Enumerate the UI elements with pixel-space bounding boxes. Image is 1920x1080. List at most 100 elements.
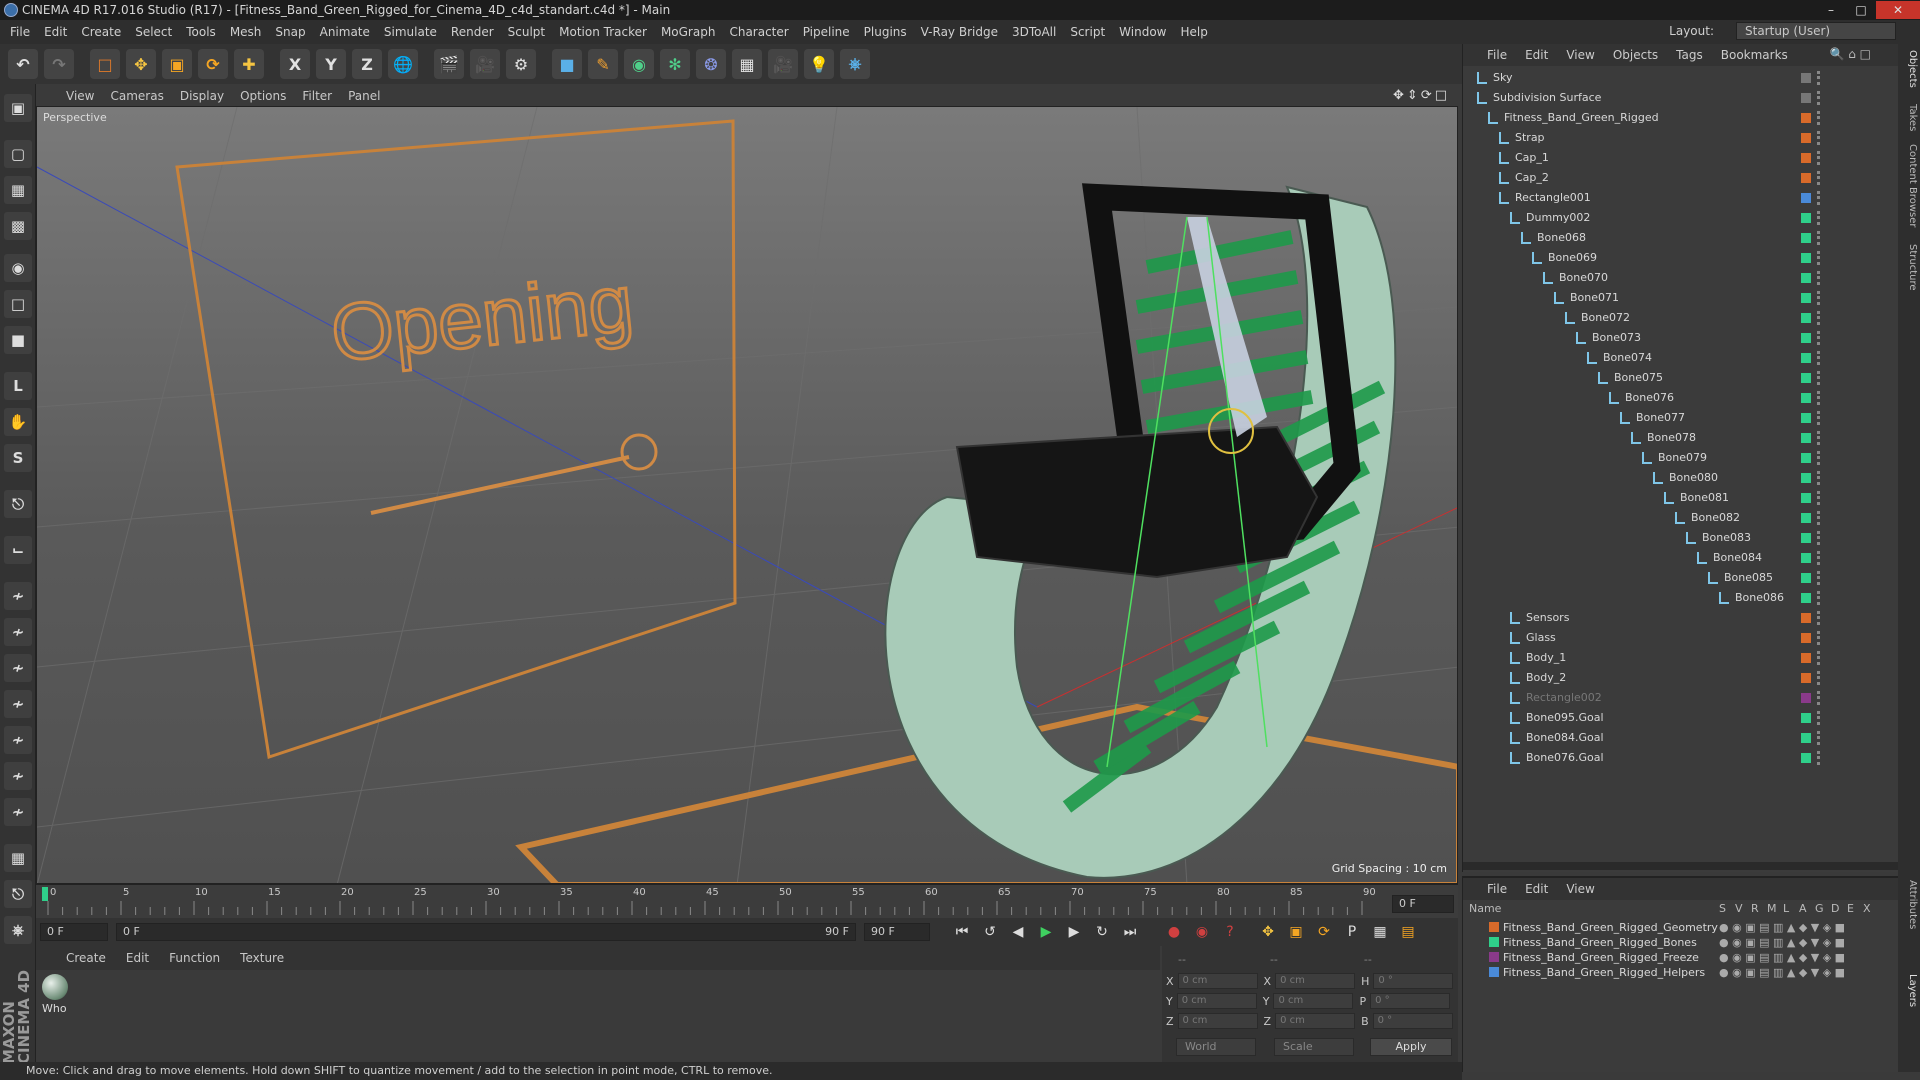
object-name[interactable]: Bone069	[1548, 248, 1597, 268]
obj-menu-bookmarks[interactable]: Bookmarks	[1721, 48, 1788, 62]
visibility-dots-icon[interactable]	[1817, 611, 1821, 625]
playhead-marker[interactable]	[42, 887, 48, 901]
3d-viewport[interactable]: Perspective Opening Grid Spacing: 10 cm	[36, 106, 1458, 884]
model-mode-icon[interactable]: ▢	[4, 140, 32, 168]
key-pla-icon[interactable]: ▦	[1368, 921, 1392, 943]
object-name[interactable]: Body_2	[1526, 668, 1566, 688]
pos-x-field[interactable]: 0 cm	[1177, 973, 1258, 989]
keyframe-selection-icon[interactable]: ?	[1218, 921, 1242, 943]
object-row[interactable]: Bone071	[1463, 288, 1899, 308]
size-z-field[interactable]: 0 cm	[1275, 1013, 1356, 1029]
transform-tool-icon[interactable]: ✚	[234, 49, 264, 79]
texture-mode-icon[interactable]: ▦	[4, 176, 32, 204]
layer-color-swatch[interactable]	[1801, 633, 1811, 643]
visibility-dots-icon[interactable]	[1817, 651, 1821, 665]
object-name[interactable]: Bone072	[1581, 308, 1630, 328]
size-mode-dropdown[interactable]: Scale	[1274, 1038, 1354, 1056]
viewport-menu-panel[interactable]: Panel	[348, 89, 380, 103]
layer-color-swatch[interactable]	[1801, 473, 1811, 483]
layer-color-swatch[interactable]	[1801, 533, 1811, 543]
menu-motion-tracker[interactable]: Motion Tracker	[559, 25, 647, 39]
object-name[interactable]: Bone073	[1592, 328, 1641, 348]
layer-color-swatch[interactable]	[1801, 193, 1811, 203]
object-row[interactable]: Subdivision Surface	[1463, 88, 1899, 108]
visibility-dots-icon[interactable]	[1817, 271, 1821, 285]
layer-color-swatch[interactable]	[1801, 93, 1811, 103]
coordinate-system-icon[interactable]: 🌐	[388, 49, 418, 79]
layer-name[interactable]: Fitness_Band_Green_Rigged_Geometry	[1503, 921, 1718, 934]
pos-z-field[interactable]: 0 cm	[1177, 1013, 1258, 1029]
visibility-dots-icon[interactable]	[1817, 591, 1821, 605]
visibility-dots-icon[interactable]	[1817, 291, 1821, 305]
visibility-dots-icon[interactable]	[1817, 131, 1821, 145]
layer-color-swatch[interactable]	[1801, 253, 1811, 263]
layout-dropdown[interactable]: Startup (User)	[1736, 22, 1896, 40]
material-menu-edit[interactable]: Edit	[126, 951, 149, 965]
object-row[interactable]: Cap_2	[1463, 168, 1899, 188]
undo-icon[interactable]: ↶	[8, 49, 38, 79]
maximize-button[interactable]: □	[1846, 1, 1876, 19]
object-row[interactable]: Body_1	[1463, 648, 1899, 668]
y-axis-lock-icon[interactable]: Y	[316, 49, 346, 79]
layer-color-swatch[interactable]	[1489, 922, 1499, 932]
redo-icon[interactable]: ↷	[44, 49, 74, 79]
object-name[interactable]: Bone074	[1603, 348, 1652, 368]
object-name[interactable]: Fitness_Band_Green_Rigged	[1504, 108, 1659, 128]
menu-animate[interactable]: Animate	[320, 25, 370, 39]
object-name[interactable]: Bone079	[1658, 448, 1707, 468]
layer-color-swatch[interactable]	[1801, 453, 1811, 463]
grid-snap-icon[interactable]: ▦	[4, 844, 32, 872]
layer-name[interactable]: Fitness_Band_Green_Rigged_Helpers	[1503, 966, 1705, 979]
layer-color-swatch[interactable]	[1801, 333, 1811, 343]
side-tab-objects[interactable]: Objects	[1900, 50, 1918, 88]
menu-sculpt[interactable]: Sculpt	[508, 25, 545, 39]
visibility-dots-icon[interactable]	[1817, 251, 1821, 265]
menu-plugins[interactable]: Plugins	[864, 25, 907, 39]
object-row[interactable]: Bone075	[1463, 368, 1899, 388]
viewport-menu-view[interactable]: View	[66, 89, 94, 103]
close-button[interactable]: ✕	[1876, 1, 1920, 19]
obj-search-home-icons[interactable]: 🔍 ⌂ □	[1829, 47, 1871, 61]
object-row[interactable]: Sensors	[1463, 608, 1899, 628]
menu-vray-bridge[interactable]: V-Ray Bridge	[921, 25, 998, 39]
visibility-dots-icon[interactable]	[1817, 731, 1821, 745]
object-row[interactable]: Cap_1	[1463, 148, 1899, 168]
menu-render[interactable]: Render	[451, 25, 494, 39]
visibility-dots-icon[interactable]	[1817, 111, 1821, 125]
visibility-dots-icon[interactable]	[1817, 511, 1821, 525]
layer-color-swatch[interactable]	[1801, 113, 1811, 123]
camera-icon[interactable]: 🎥	[768, 49, 798, 79]
layer-color-swatch[interactable]	[1801, 233, 1811, 243]
z-axis-lock-icon[interactable]: Z	[352, 49, 382, 79]
object-row[interactable]: Bone086	[1463, 588, 1899, 608]
scale-tool-icon[interactable]: ▣	[162, 49, 192, 79]
object-name[interactable]: Bone078	[1647, 428, 1696, 448]
size-y-field[interactable]: 0 cm	[1273, 993, 1354, 1009]
menu-mograph[interactable]: MoGraph	[661, 25, 716, 39]
start-frame-field[interactable]: 0 F	[40, 923, 108, 941]
layer-color-swatch[interactable]	[1801, 593, 1811, 603]
layer-color-swatch[interactable]	[1801, 613, 1811, 623]
rot-p-field[interactable]: 0 °	[1370, 993, 1451, 1009]
object-name[interactable]: Rectangle002	[1526, 688, 1602, 708]
joint-tool-icon[interactable]: ≁	[4, 618, 32, 646]
render-view-icon[interactable]: 🎬	[434, 49, 464, 79]
object-name[interactable]: Sensors	[1526, 608, 1569, 628]
object-name[interactable]: Bone070	[1559, 268, 1608, 288]
menu-simulate[interactable]: Simulate	[384, 25, 437, 39]
object-name[interactable]: Bone095.Goal	[1526, 708, 1604, 728]
layer-color-swatch[interactable]	[1801, 313, 1811, 323]
menu-window[interactable]: Window	[1119, 25, 1166, 39]
mograph-cloner-icon[interactable]: ✻	[660, 49, 690, 79]
visibility-dots-icon[interactable]	[1817, 691, 1821, 705]
object-row[interactable]: Fitness_Band_Green_Rigged	[1463, 108, 1899, 128]
object-row[interactable]: Body_2	[1463, 668, 1899, 688]
end-frame-field[interactable]: 90 F	[864, 923, 930, 941]
object-row[interactable]: Bone077	[1463, 408, 1899, 428]
object-name[interactable]: Bone081	[1680, 488, 1729, 508]
layer-color-swatch[interactable]	[1801, 213, 1811, 223]
viewport-menu-cameras[interactable]: Cameras	[110, 89, 163, 103]
previous-key-icon[interactable]: ↺	[978, 921, 1002, 943]
menu-snap[interactable]: Snap	[275, 25, 305, 39]
object-row[interactable]: Bone081	[1463, 488, 1899, 508]
